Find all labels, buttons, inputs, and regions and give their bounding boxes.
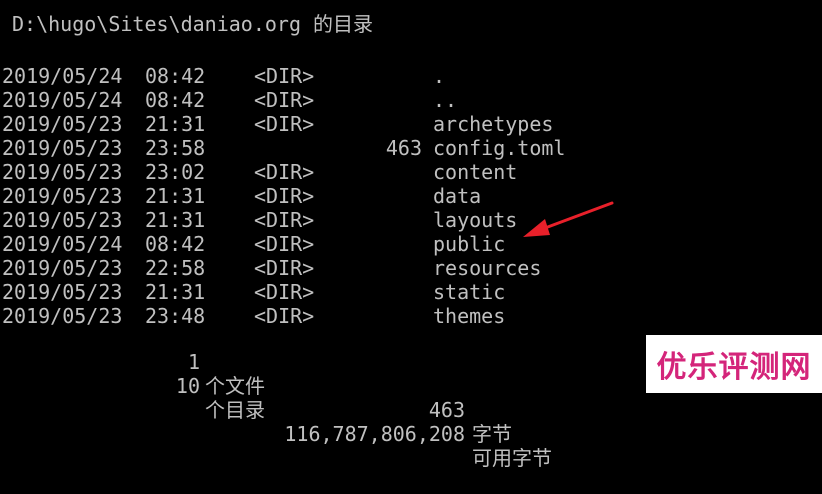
- entry-time: 23:02: [145, 160, 206, 184]
- entry-time: 22:58: [145, 256, 206, 280]
- files-label: 个文件: [205, 374, 265, 398]
- entry-date: 2019/05/23: [2, 256, 123, 280]
- entry-date: 2019/05/23: [2, 112, 123, 136]
- entry-date: 2019/05/23: [2, 160, 123, 184]
- watermark-text: 优乐评测网: [656, 350, 812, 385]
- red-arrow-icon: [523, 201, 614, 237]
- files-bytes: 463: [428, 398, 465, 422]
- listing-row: 2019/05/23 23:48 <DIR> themes: [0, 304, 822, 328]
- entry-type: <DIR>: [254, 232, 315, 256]
- dirs-summary: 10 个目录 116,787,806,208 可用字节: [0, 350, 552, 470]
- entry-time: 08:42: [145, 88, 206, 112]
- entry-type: <DIR>: [254, 112, 315, 136]
- listing-row: 2019/05/23 23:58 463 config.toml: [0, 136, 822, 160]
- listing-row: 2019/05/23 21:31 <DIR> archetypes: [0, 112, 822, 136]
- dirs-count: 10: [175, 374, 200, 398]
- free-bytes: 116,787,806,208: [284, 422, 465, 446]
- entry-type: <DIR>: [254, 280, 315, 304]
- entry-type: <DIR>: [254, 256, 315, 280]
- entry-name: config.toml: [433, 136, 566, 160]
- entry-time: 21:31: [145, 112, 206, 136]
- entry-date: 2019/05/23: [2, 136, 123, 160]
- entry-date: 2019/05/24: [2, 88, 123, 112]
- arrow-head: [523, 219, 550, 237]
- entry-type: <DIR>: [254, 88, 315, 112]
- files-summary: 1 个文件 463 字节: [0, 326, 512, 446]
- entry-time: 21:31: [145, 184, 206, 208]
- watermark-logo: 优乐评测网: [646, 335, 822, 393]
- entry-date: 2019/05/23: [2, 280, 123, 304]
- entry-type: <DIR>: [254, 160, 315, 184]
- entry-name: content: [433, 160, 518, 184]
- entry-time: 08:42: [145, 64, 206, 88]
- listing-row: 2019/05/23 22:58 <DIR> resources: [0, 256, 822, 280]
- listing-row: 2019/05/23 23:02 <DIR> content: [0, 160, 822, 184]
- entry-time: 21:31: [145, 280, 206, 304]
- entry-name: layouts: [433, 208, 518, 232]
- entry-time: 23:48: [145, 304, 206, 328]
- entry-date: 2019/05/24: [2, 232, 123, 256]
- listing-row: 2019/05/23 21:31 <DIR> data: [0, 184, 822, 208]
- listing-row: 2019/05/23 21:31 <DIR> layouts: [0, 208, 822, 232]
- entry-name: public: [433, 232, 506, 256]
- files-unit: 字节: [472, 422, 512, 446]
- entry-time: 08:42: [145, 232, 206, 256]
- entry-name: static: [433, 280, 506, 304]
- free-unit: 可用字节: [472, 446, 552, 470]
- entry-name: ..: [433, 88, 458, 112]
- listing-row: 2019/05/23 21:31 <DIR> static: [0, 280, 822, 304]
- entry-name: resources: [433, 256, 542, 280]
- listing-row: 2019/05/24 08:42 <DIR>.: [0, 64, 822, 88]
- entry-date: 2019/05/23: [2, 304, 123, 328]
- files-count: 1: [187, 350, 200, 374]
- listing-row: 2019/05/24 08:42 <DIR> public: [0, 232, 822, 256]
- entry-size: 463: [385, 136, 422, 160]
- arrow-shaft: [535, 201, 614, 233]
- entry-name: themes: [433, 304, 506, 328]
- entry-type: <DIR>: [254, 304, 315, 328]
- entry-date: 2019/05/23: [2, 184, 123, 208]
- entry-type: <DIR>: [254, 184, 315, 208]
- entry-date: 2019/05/24: [2, 64, 123, 88]
- directory-header: D:\hugo\Sites\daniao.org 的目录: [12, 12, 374, 36]
- entry-type: <DIR>: [254, 208, 315, 232]
- entry-name: .: [433, 64, 446, 88]
- entry-date: 2019/05/23: [2, 208, 123, 232]
- dirs-label: 个目录: [205, 398, 265, 422]
- listing-row: 2019/05/24 08:42 <DIR>..: [0, 88, 822, 112]
- entry-time: 23:58: [145, 136, 206, 160]
- entry-name: data: [433, 184, 482, 208]
- entry-time: 21:31: [145, 208, 206, 232]
- entry-type: <DIR>: [254, 64, 315, 88]
- entry-name: archetypes: [433, 112, 554, 136]
